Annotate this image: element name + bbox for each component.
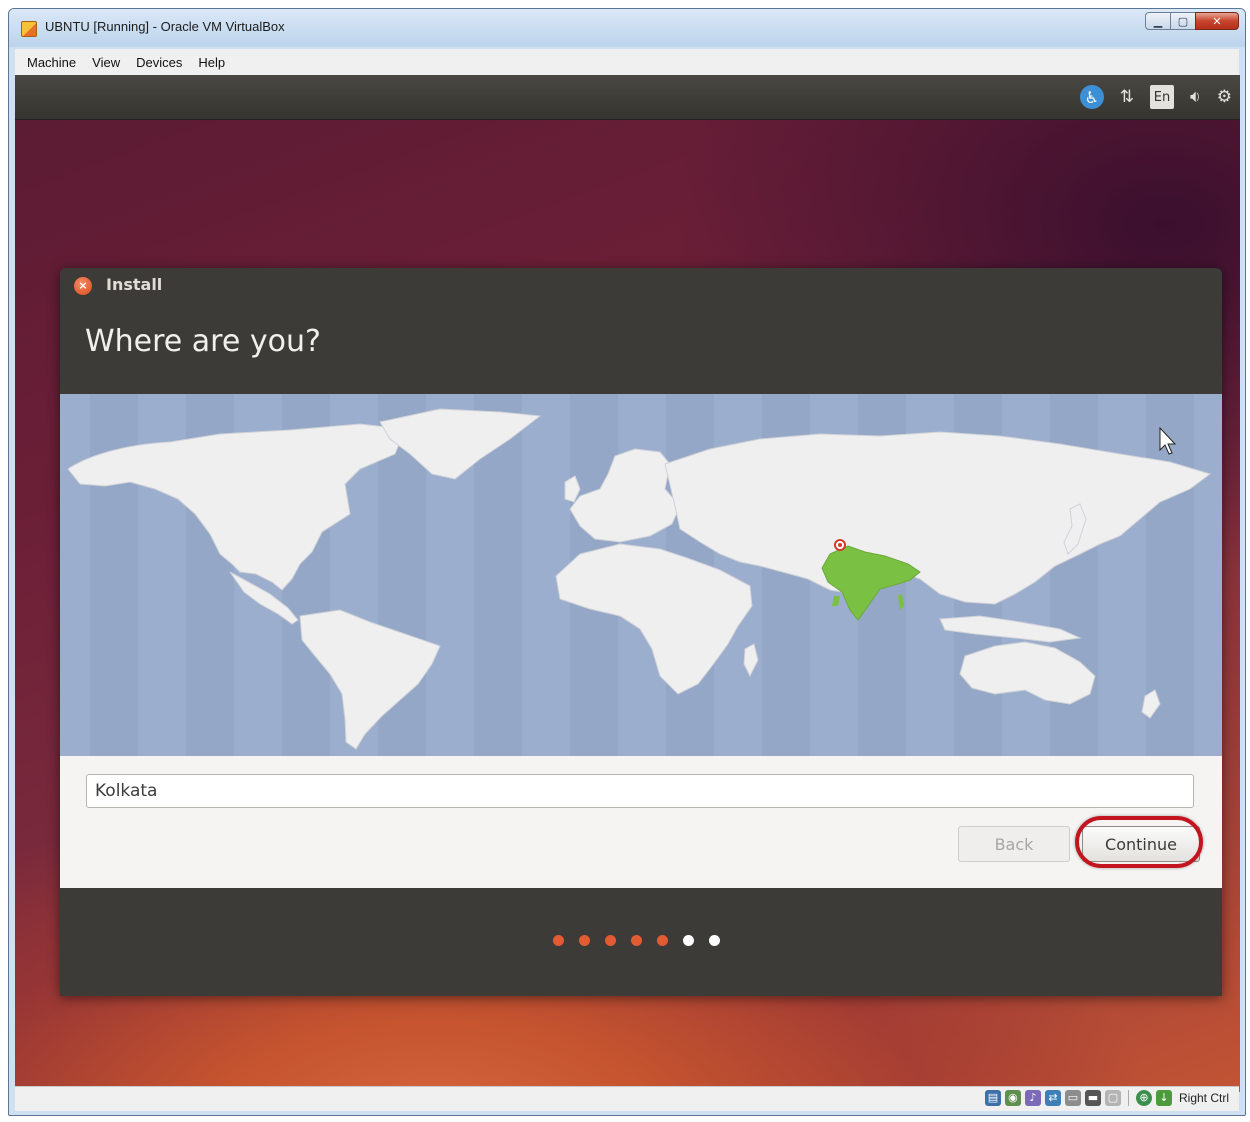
dialog-titlebar[interactable]: × Install xyxy=(60,268,1222,302)
progress-footer xyxy=(60,888,1222,996)
close-icon: ✕ xyxy=(1212,14,1222,28)
virtualbox-app-icon xyxy=(21,21,37,37)
location-input[interactable] xyxy=(86,774,1194,808)
madagascar-land xyxy=(743,643,759,678)
continue-highlight-annotation xyxy=(1075,816,1203,868)
status-separator xyxy=(1127,1090,1129,1106)
volume-indicator[interactable]: 🔉︎ xyxy=(1190,83,1201,111)
progress-dot-complete xyxy=(631,935,642,946)
progress-dot-complete xyxy=(553,935,564,946)
back-button[interactable]: Back xyxy=(958,826,1070,862)
settings-gear-icon: ⚙ xyxy=(1216,87,1232,107)
close-window-button[interactable]: ✕ xyxy=(1195,12,1239,30)
network-indicator[interactable]: ⇅ xyxy=(1120,83,1134,111)
mouse-integration-icon[interactable]: ↓ xyxy=(1155,1090,1172,1106)
network-icon: ⇅ xyxy=(1119,87,1135,107)
minimize-button[interactable]: ▁ xyxy=(1145,12,1171,30)
dialog-close-button[interactable]: × xyxy=(74,277,92,295)
location-panel: Back Continue xyxy=(60,756,1222,888)
indicator-tray: ♿ ⇅ En 🔉︎ ⚙ xyxy=(1079,83,1232,111)
shared-folder-icon[interactable]: ▬ xyxy=(1084,1090,1101,1106)
maximize-button[interactable]: ▢ xyxy=(1170,12,1196,30)
keyboard-layout-indicator[interactable]: En xyxy=(1150,83,1175,111)
status-icons: ▤ ◉ ♪ ⇄ ▭ ▬ ▢ ⊕ ↓ Right Ctrl xyxy=(984,1090,1229,1106)
page-heading: Where are you? xyxy=(85,324,321,359)
minimize-icon: ▁ xyxy=(1153,14,1163,28)
window-title: UBNTU [Running] - Oracle VM VirtualBox xyxy=(45,19,285,34)
world-map xyxy=(67,394,1212,756)
progress-dot-pending xyxy=(683,935,694,946)
keyboard-layout-label: En xyxy=(1150,85,1175,109)
progress-dot-complete xyxy=(579,935,590,946)
dialog-close-icon: × xyxy=(78,279,88,292)
progress-dot-pending xyxy=(709,935,720,946)
host-key-label: Right Ctrl xyxy=(1178,1091,1229,1105)
step-progress-dots xyxy=(553,935,720,946)
window-titlebar[interactable]: UBNTU [Running] - Oracle VM VirtualBox ▁… xyxy=(9,9,1245,47)
menu-bar: Machine View Devices Help xyxy=(15,49,1239,76)
display-icon[interactable]: ▢ xyxy=(1104,1090,1121,1106)
window-controls: ▁ ▢ ✕ xyxy=(1145,12,1239,30)
timezone-map[interactable] xyxy=(60,394,1222,756)
network-adapter-icon[interactable]: ⇄ xyxy=(1044,1090,1061,1106)
asia-land xyxy=(664,431,1212,605)
menu-devices[interactable]: Devices xyxy=(128,55,190,70)
guest-screen: ♿ ⇅ En 🔉︎ ⚙ × Install Where are you? Kol… xyxy=(15,75,1240,1092)
dialog-title: Install xyxy=(106,275,163,294)
optical-drive-icon[interactable]: ◉ xyxy=(1004,1090,1021,1106)
menu-help[interactable]: Help xyxy=(190,55,233,70)
settings-indicator[interactable]: ⚙ xyxy=(1217,83,1232,111)
location-pin-icon xyxy=(834,539,846,551)
audio-icon[interactable]: ♪ xyxy=(1024,1090,1041,1106)
hard-disk-icon[interactable]: ▤ xyxy=(984,1090,1001,1106)
capture-icon[interactable]: ⊕ xyxy=(1135,1090,1152,1106)
menu-view[interactable]: View xyxy=(84,55,128,70)
ubuntu-top-panel: ♿ ⇅ En 🔉︎ ⚙ xyxy=(15,75,1240,120)
virtualbox-window: UBNTU [Running] - Oracle VM VirtualBox ▁… xyxy=(8,8,1246,1116)
accessibility-icon: ♿ xyxy=(1079,85,1104,109)
progress-dot-complete xyxy=(605,935,616,946)
menu-machine[interactable]: Machine xyxy=(15,55,84,70)
maximize-icon: ▢ xyxy=(1177,14,1189,28)
status-bar: ▤ ◉ ♪ ⇄ ▭ ▬ ▢ ⊕ ↓ Right Ctrl xyxy=(15,1086,1239,1111)
usb-icon[interactable]: ▭ xyxy=(1064,1090,1081,1106)
accessibility-indicator[interactable]: ♿ xyxy=(1079,83,1104,111)
volume-icon: 🔉︎ xyxy=(1190,87,1201,107)
progress-dot-complete xyxy=(657,935,668,946)
install-dialog: × Install Where are you? Kolkata Back Co… xyxy=(60,268,1222,996)
sri-lanka-land xyxy=(832,596,840,606)
